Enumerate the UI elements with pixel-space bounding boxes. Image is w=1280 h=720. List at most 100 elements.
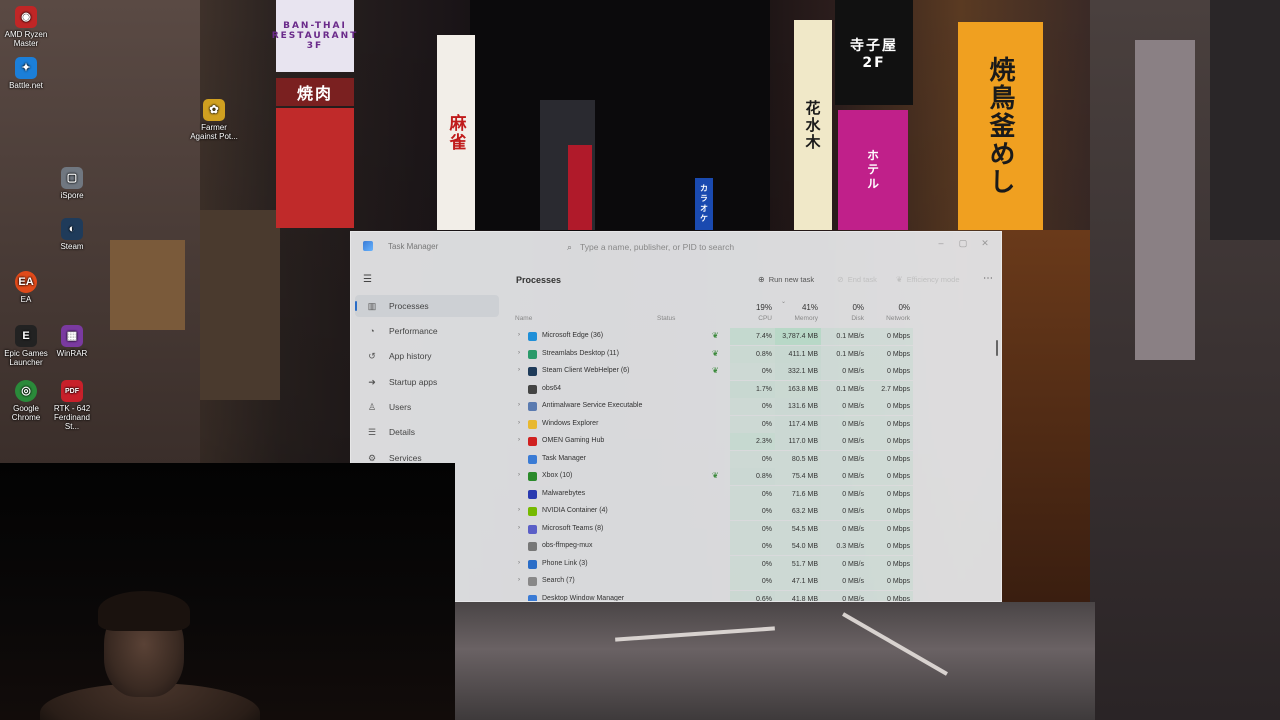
table-row[interactable]: obs64 1.7% 163.8 MB 0.1 MB/s 2.7 Mbps	[506, 380, 1001, 398]
end-task-label: End task	[847, 275, 877, 284]
desktop-icon-steam[interactable]: ◐ Steam	[46, 218, 98, 251]
desktop-icon-amd-ryzen-master[interactable]: ◉ AMD Ryzen Master	[0, 6, 52, 48]
leaf-icon: ❦	[896, 275, 903, 284]
network-cell: 0 Mbps	[867, 363, 913, 380]
nav-processes[interactable]: ▥ Processes	[355, 295, 499, 317]
efficiency-mode-button[interactable]: ❦ Efficiency mode	[896, 275, 960, 284]
cpu-cell: 0%	[730, 555, 775, 573]
process-name: obs64	[542, 384, 562, 392]
column-disk[interactable]: 0% Disk	[821, 303, 867, 322]
expand-chevron-icon[interactable]: ›	[518, 350, 520, 356]
nav-app-history[interactable]: ↺ App history	[355, 345, 499, 367]
nav-startup-apps[interactable]: ➜ Startup apps	[355, 371, 499, 393]
close-button[interactable]: ✕	[977, 236, 993, 250]
nav-label: App history	[389, 351, 432, 361]
nav-users[interactable]: ♙ Users	[355, 396, 499, 418]
ispore-icon: ▢	[61, 167, 83, 189]
memory-cell: 71.6 MB	[775, 485, 821, 503]
disk-cell: 0 MB/s	[821, 468, 867, 485]
column-cpu[interactable]: 19% CPU	[730, 303, 775, 322]
table-row[interactable]: › Phone Link (3) 0% 51.7 MB 0 MB/s 0 Mbps	[506, 555, 1001, 573]
desktop-icon-epic-games-launcher[interactable]: E Epic Games Launcher	[0, 325, 52, 367]
desktop-icon-farmer-against-potatoes[interactable]: ✿ Farmer Against Pot...	[188, 99, 240, 141]
wallpaper-tower-sign	[568, 145, 592, 230]
expand-chevron-icon[interactable]: ›	[518, 367, 520, 373]
minimize-button[interactable]: –	[933, 236, 949, 250]
expand-chevron-icon[interactable]: ›	[518, 577, 520, 583]
desktop-icon-ispore[interactable]: ▢ iSpore	[46, 167, 98, 200]
process-icon	[528, 454, 537, 464]
cpu-cell: 0%	[730, 485, 775, 503]
table-row[interactable]: Malwarebytes 0% 71.6 MB 0 MB/s 0 Mbps	[506, 485, 1001, 503]
table-row[interactable]: › Search (7) 0% 47.1 MB 0 MB/s 0 Mbps	[506, 573, 1001, 590]
table-row[interactable]: › Antimalware Service Executable 0% 131.6 M…	[506, 398, 1001, 415]
cpu-cell: 0%	[730, 573, 775, 590]
network-cell: 0 Mbps	[867, 520, 913, 538]
wallpaper-lantern-wall	[1000, 230, 1090, 602]
wallpaper-road-marking	[842, 612, 948, 676]
expand-chevron-icon[interactable]: ›	[518, 525, 520, 531]
desktop-icon-battlenet[interactable]: ✦ Battle.net	[0, 57, 52, 90]
expand-chevron-icon[interactable]: ›	[518, 420, 520, 426]
table-row[interactable]: Desktop Window Manager 0.6% 41.8 MB 0 MB/s 0…	[506, 590, 1001, 601]
desktop-icon-ea[interactable]: EA EA	[0, 271, 52, 304]
table-row[interactable]: obs-ffmpeg-mux 0% 54.0 MB 0.3 MB/s 0 Mbps	[506, 538, 1001, 555]
column-memory[interactable]: 41% Memory	[775, 303, 821, 322]
scrollbar-thumb[interactable]	[996, 340, 998, 356]
expand-chevron-icon[interactable]: ›	[518, 507, 520, 513]
table-row[interactable]: Task Manager 0% 80.5 MB 0 MB/s 0 Mbps	[506, 450, 1001, 468]
table-row[interactable]: › Xbox (10) ❦ 0.8% 75.4 MB 0 MB/s 0 Mbps	[506, 468, 1001, 485]
disk-cell: 0 MB/s	[821, 485, 867, 503]
wallpaper-red-panel	[276, 108, 354, 228]
table-row[interactable]: › OMEN Gaming Hub 2.3% 117.0 MB 0 MB/s 0 Mbps	[506, 433, 1001, 450]
title-bar[interactable]: Task Manager ⌕ Type a name, publisher, o…	[351, 232, 1001, 262]
nav-performance[interactable]: ◔ Performance	[355, 320, 499, 342]
column-network[interactable]: 0% Network	[867, 303, 913, 322]
efficiency-leaf-icon: ❦	[712, 331, 719, 340]
expand-chevron-icon[interactable]: ›	[518, 437, 520, 443]
expand-chevron-icon[interactable]: ›	[518, 560, 520, 566]
desktop-icon-label: Google Chrome	[11, 404, 41, 422]
cpu-cell: 0%	[730, 450, 775, 468]
cpu-cell: 2.3%	[730, 433, 775, 450]
table-row[interactable]: › Windows Explorer 0% 117.4 MB 0 MB/s 0 Mbps	[506, 415, 1001, 433]
wallpaper-sky	[470, 0, 770, 230]
process-icon	[528, 542, 537, 551]
network-total-pct: 0%	[898, 303, 910, 312]
desktop-icon-google-chrome[interactable]: ◎ Google Chrome	[0, 380, 52, 422]
table-row[interactable]: › Microsoft Teams (8) 0% 54.5 MB 0 MB/s 0 Mbp…	[506, 520, 1001, 538]
column-name[interactable]: Name	[515, 315, 532, 322]
search-box[interactable]: ⌕ Type a name, publisher, or PID to sear…	[561, 238, 911, 256]
cpu-cell: 1.7%	[730, 380, 775, 398]
memory-total-pct: 41%	[801, 303, 818, 312]
memory-cell: 163.8 MB	[775, 380, 821, 398]
table-row[interactable]: › Microsoft Edge (36) ❦ 7.4% 3,787.4 MB 0.1 M…	[506, 328, 1001, 345]
farmer-game-icon: ✿	[203, 99, 225, 121]
nav-label: Details	[389, 427, 415, 437]
hamburger-menu-icon[interactable]: ☰	[363, 274, 372, 285]
expand-chevron-icon[interactable]: ›	[518, 472, 520, 478]
table-row[interactable]: › NVIDIA Container (4) 0% 63.2 MB 0 MB/s 0 Mb…	[506, 503, 1001, 520]
end-task-button[interactable]: ⊘ End task	[837, 275, 877, 284]
run-new-task-button[interactable]: ⊕ Run new task	[758, 275, 814, 284]
column-status[interactable]: Status	[657, 315, 675, 322]
process-name: Xbox (10)	[542, 472, 573, 479]
memory-cell: 117.0 MB	[775, 433, 821, 450]
table-row[interactable]: › Steam Client WebHelper (6) ❦ 0% 332.1 MB 0 …	[506, 363, 1001, 380]
more-options-icon[interactable]: ⋯	[983, 273, 993, 284]
desktop-icon-rtk-pdf[interactable]: PDF RTK - 642 Ferdinand St...	[46, 380, 98, 431]
run-new-task-label: Run new task	[768, 275, 815, 284]
memory-cell: 3,787.4 MB	[775, 328, 821, 345]
table-row[interactable]: › Streamlabs Desktop (11) ❦ 0.8% 411.1 MB 0.1…	[506, 345, 1001, 363]
efficiency-leaf-icon: ❦	[712, 348, 719, 358]
end-task-icon: ⊘	[837, 275, 844, 284]
memory-cell: 41.8 MB	[775, 590, 821, 601]
nav-details[interactable]: ☰ Details	[355, 421, 499, 443]
desktop-icon-winrar[interactable]: ▦ WinRAR	[46, 325, 98, 358]
cpu-total-pct: 19%	[755, 303, 772, 312]
window-title: Task Manager	[388, 242, 439, 251]
expand-chevron-icon[interactable]: ›	[518, 402, 520, 408]
expand-chevron-icon[interactable]: ›	[518, 332, 520, 338]
cpu-cell: 0%	[730, 415, 775, 433]
maximize-button[interactable]: ▢	[955, 236, 971, 250]
